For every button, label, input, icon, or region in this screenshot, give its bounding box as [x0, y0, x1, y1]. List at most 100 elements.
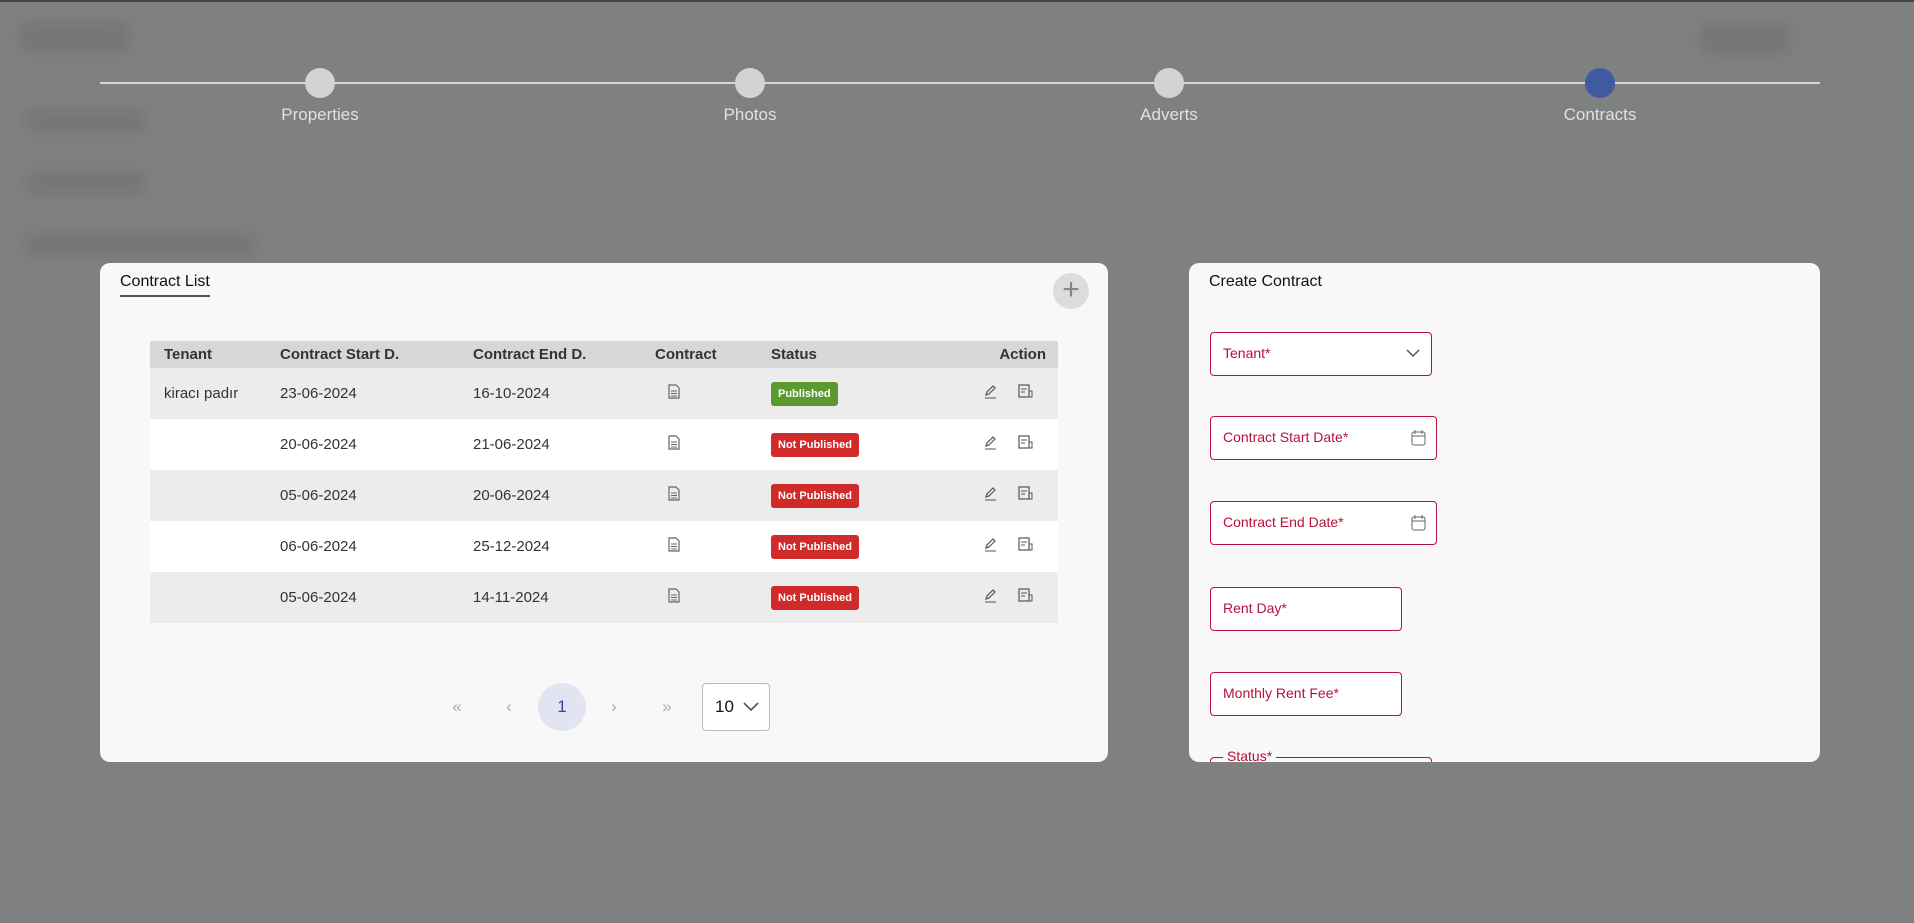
contract-cell: [655, 521, 771, 572]
edit-icon[interactable]: [983, 384, 998, 403]
status-badge: Published: [771, 381, 838, 406]
start-date-label: Contract Start Date*: [1223, 429, 1349, 445]
table-row: 05-06-2024 14-11-2024 Not Published: [150, 572, 1058, 623]
action-cell: [941, 521, 1058, 572]
status-cell: Not Published: [771, 572, 941, 623]
contract-details-icon[interactable]: [1018, 384, 1034, 403]
tenant-cell: kiracı padır: [150, 368, 280, 419]
col-contract: Contract: [655, 341, 771, 368]
status-badge: Not Published: [771, 432, 859, 457]
contract-cell: [655, 572, 771, 623]
contract-list-title: Contract List: [120, 273, 210, 297]
tenant-cell: [150, 521, 280, 572]
end-date-cell: 20-06-2024: [473, 470, 655, 521]
monthly-rent-fee-field[interactable]: Monthly Rent Fee*: [1210, 672, 1402, 716]
document-icon[interactable]: [668, 537, 680, 556]
edit-icon[interactable]: [983, 486, 998, 505]
tenant-cell: [150, 419, 280, 470]
contract-list-card: Contract List + Tenant Contract Start D.…: [100, 263, 1108, 762]
tenant-cell: [150, 572, 280, 623]
tenant-select[interactable]: Tenant*: [1210, 332, 1432, 376]
tenant-cell: [150, 470, 280, 521]
chevron-down-icon: [743, 702, 759, 712]
start-date-field[interactable]: Contract Start Date*: [1210, 416, 1437, 460]
step-dot: [735, 68, 765, 98]
document-icon[interactable]: [668, 384, 680, 403]
end-date-cell: 14-11-2024: [473, 572, 655, 623]
status-cell: Not Published: [771, 419, 941, 470]
table-row: 06-06-2024 25-12-2024 Not Published: [150, 521, 1058, 572]
status-cell: Published: [771, 368, 941, 419]
contract-details-icon[interactable]: [1018, 537, 1034, 556]
start-date-cell: 23-06-2024: [280, 368, 473, 419]
start-date-cell: 05-06-2024: [280, 572, 473, 623]
step-properties[interactable]: Properties: [220, 68, 420, 125]
col-start: Contract Start D.: [280, 341, 473, 368]
end-date-cell: 21-06-2024: [473, 419, 655, 470]
blurred-sidebar-item: [25, 110, 145, 132]
status-badge: Not Published: [771, 483, 859, 508]
status-badge: Not Published: [771, 585, 859, 610]
add-contract-button[interactable]: +: [1053, 273, 1089, 309]
end-date-cell: 16-10-2024: [473, 368, 655, 419]
action-cell: [941, 419, 1058, 470]
rent-day-label: Rent Day*: [1223, 600, 1287, 616]
calendar-icon[interactable]: [1411, 514, 1426, 531]
edit-icon[interactable]: [983, 588, 998, 607]
step-photos[interactable]: Photos: [650, 68, 850, 125]
create-contract-card: Create Contract Tenant* Contract Start D…: [1189, 263, 1820, 762]
start-date-cell: 06-06-2024: [280, 521, 473, 572]
page-1-button[interactable]: 1: [538, 683, 586, 731]
end-date-field[interactable]: Contract End Date*: [1210, 501, 1437, 545]
step-dot-active: [1585, 68, 1615, 98]
table-row: kiracı padır 23-06-2024 16-10-2024 Publi…: [150, 368, 1058, 419]
document-icon[interactable]: [668, 588, 680, 607]
status-label: Status*: [1223, 748, 1277, 762]
create-contract-title: Create Contract: [1209, 273, 1322, 290]
end-date-cell: 25-12-2024: [473, 521, 655, 572]
step-dot: [305, 68, 335, 98]
status-cell: Not Published: [771, 470, 941, 521]
col-status: Status: [771, 341, 941, 368]
contract-table: Tenant Contract Start D. Contract End D.…: [150, 341, 1058, 623]
table-row: 05-06-2024 20-06-2024 Not Published: [150, 470, 1058, 521]
plus-icon: +: [1062, 273, 1080, 306]
table-row: 20-06-2024 21-06-2024 Not Published: [150, 419, 1058, 470]
contract-cell: [655, 470, 771, 521]
step-adverts[interactable]: Adverts: [1069, 68, 1269, 125]
step-dot: [1154, 68, 1184, 98]
contract-details-icon[interactable]: [1018, 435, 1034, 454]
status-select[interactable]: Status*: [1210, 748, 1432, 762]
contract-cell: [655, 419, 771, 470]
document-icon[interactable]: [668, 435, 680, 454]
contract-cell: [655, 368, 771, 419]
next-page-button[interactable]: ›: [590, 683, 638, 731]
status-badge: Not Published: [771, 534, 859, 559]
blurred-logo: [20, 22, 130, 52]
action-cell: [941, 368, 1058, 419]
edit-icon[interactable]: [983, 537, 998, 556]
contract-details-icon[interactable]: [1018, 588, 1034, 607]
chevron-down-icon: [1406, 349, 1420, 358]
start-date-cell: 05-06-2024: [280, 470, 473, 521]
action-cell: [941, 572, 1058, 623]
pagination: « ‹ 1 › » 10: [100, 683, 1108, 731]
prev-page-button[interactable]: ‹: [485, 683, 533, 731]
col-action: Action: [941, 341, 1058, 368]
rent-day-field[interactable]: Rent Day*: [1210, 587, 1402, 631]
document-icon[interactable]: [668, 486, 680, 505]
monthly-rent-fee-label: Monthly Rent Fee*: [1223, 685, 1339, 701]
edit-icon[interactable]: [983, 435, 998, 454]
tenant-label: Tenant*: [1223, 345, 1271, 361]
contract-details-icon[interactable]: [1018, 486, 1034, 505]
page-size-select[interactable]: 10: [702, 683, 770, 731]
blurred-sidebar-item: [25, 172, 145, 194]
step-contracts[interactable]: Contracts: [1500, 68, 1700, 125]
last-page-button[interactable]: »: [643, 683, 691, 731]
end-date-label: Contract End Date*: [1223, 514, 1344, 530]
blurred-sidebar-item: [25, 234, 255, 256]
first-page-button[interactable]: «: [433, 683, 481, 731]
calendar-icon[interactable]: [1411, 429, 1426, 446]
col-end: Contract End D.: [473, 341, 655, 368]
action-cell: [941, 470, 1058, 521]
